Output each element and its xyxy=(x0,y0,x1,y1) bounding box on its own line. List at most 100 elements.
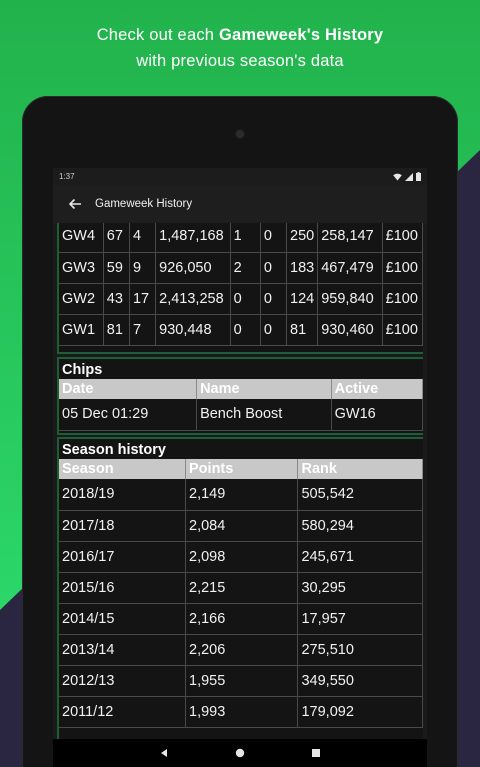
season-rank-cell: 245,671 xyxy=(297,541,423,573)
gameweek-cell: £100 xyxy=(382,314,423,346)
season-points-cell: 2,149 xyxy=(185,479,299,511)
back-arrow-icon[interactable] xyxy=(67,195,85,213)
signal-icon xyxy=(405,172,413,181)
battery-icon xyxy=(416,172,421,181)
table-row: 2017/18 2,084 580,294 xyxy=(59,510,423,542)
gameweek-cell: 17 xyxy=(129,283,157,315)
promo-headline: Check out each Gameweek's History with p… xyxy=(0,22,480,74)
season-season-cell: 2013/14 xyxy=(59,634,187,666)
chip-active: GW16 xyxy=(331,399,423,431)
table-row: 2012/13 1,955 349,550 xyxy=(59,665,423,697)
season-season-cell: 2012/13 xyxy=(59,665,187,697)
status-icons xyxy=(393,172,421,181)
status-time: 1:37 xyxy=(59,172,75,181)
chip-date: 05 Dec 01:29 xyxy=(59,399,198,431)
season-header-season: Season xyxy=(59,459,187,479)
table-row: 2016/17 2,098 245,671 xyxy=(59,541,423,573)
season-season-cell: 2014/15 xyxy=(59,603,187,635)
gameweek-cell: 0 xyxy=(260,223,288,253)
gameweek-cell: 930,460 xyxy=(317,314,383,346)
table-row: GW3 59 9 926,050 2 0 183 467,479 £100 xyxy=(59,252,423,284)
scroll-content[interactable]: GW4 67 4 1,487,168 1 0 250 258,147 £100 GW3 59 9 926… xyxy=(57,223,423,751)
status-bar: 1:37 xyxy=(53,168,427,185)
season-history-table: Season Points Rank 2018/19 2,149 505,542 20… xyxy=(59,459,423,728)
table-row: 2011/12 1,993 179,092 xyxy=(59,696,423,728)
season-history-title: Season history xyxy=(62,442,166,458)
season-points-cell: 2,215 xyxy=(185,572,299,604)
gameweek-cell: 467,479 xyxy=(317,252,383,284)
gameweek-table: GW4 67 4 1,487,168 1 0 250 258,147 £100 GW3 59 9 926… xyxy=(59,223,423,346)
chips-table: Date Name Active 05 Dec 01:29 Bench Boos… xyxy=(59,379,423,431)
gameweek-cell: 2,413,258 xyxy=(155,283,231,315)
promo-line1-bold: Gameweek's History xyxy=(218,26,384,44)
season-season-cell: 2018/19 xyxy=(59,479,187,511)
gameweek-cell: GW3 xyxy=(59,252,104,284)
season-points-cell: 2,098 xyxy=(185,541,299,573)
gameweek-cell: 7 xyxy=(129,314,157,346)
page-title: Gameweek History xyxy=(95,198,193,210)
season-history-panel: Season history Season Points Rank 2018/1… xyxy=(57,437,423,751)
table-row: GW2 43 17 2,413,258 0 0 124 959,840 £100 xyxy=(59,283,423,315)
season-points-cell: 1,993 xyxy=(185,696,299,728)
gameweek-cell: £100 xyxy=(382,252,423,284)
gameweek-cell: 81 xyxy=(103,314,130,346)
gameweek-cell: 0 xyxy=(260,252,288,284)
table-row: 2015/16 2,215 30,295 xyxy=(59,572,423,604)
nav-home-icon[interactable] xyxy=(235,748,245,758)
promo-line2: with previous season's data xyxy=(136,52,344,70)
season-season-cell: 2015/16 xyxy=(59,572,187,604)
chips-panel: Chips Date Name Active 05 Dec 01:29 Benc… xyxy=(57,357,423,435)
app-bar: Gameweek History xyxy=(53,185,427,223)
table-row: 05 Dec 01:29 Bench Boost GW16 xyxy=(59,399,423,431)
chips-title: Chips xyxy=(62,362,103,378)
device-screen: 1:37 Gameweek History GW4 67 4 1,487,168 1 0 2… xyxy=(53,168,427,767)
gameweek-cell: 67 xyxy=(103,223,130,253)
gameweek-cell: GW2 xyxy=(59,283,104,315)
chips-header-row: Date Name Active xyxy=(59,379,423,399)
season-header-rank: Rank xyxy=(297,459,423,479)
gameweek-cell: 250 xyxy=(286,223,319,253)
gameweek-cell: 926,050 xyxy=(155,252,231,284)
gameweek-cell: 1 xyxy=(230,223,261,253)
season-season-cell: 2017/18 xyxy=(59,510,187,542)
gameweek-cell: £100 xyxy=(382,283,423,315)
season-rank-cell: 275,510 xyxy=(297,634,423,666)
chips-header-active: Active xyxy=(331,379,423,399)
chips-header-date: Date xyxy=(59,379,198,399)
chips-header-name: Name xyxy=(196,379,332,399)
season-season-cell: 2011/12 xyxy=(59,696,187,728)
gameweek-cell: 4 xyxy=(129,223,157,253)
gameweek-cell: GW1 xyxy=(59,314,104,346)
season-points-cell: 2,206 xyxy=(185,634,299,666)
table-row: 2018/19 2,149 505,542 xyxy=(59,479,423,511)
gameweek-cell: 0 xyxy=(230,283,261,315)
chip-name: Bench Boost xyxy=(196,399,332,431)
gameweek-cell: 0 xyxy=(260,283,288,315)
table-row: GW4 67 4 1,487,168 1 0 250 258,147 £100 xyxy=(59,223,423,253)
season-header-row: Season Points Rank xyxy=(59,459,423,479)
gameweek-cell: 59 xyxy=(103,252,130,284)
table-row: GW1 81 7 930,448 0 0 81 930,460 £100 xyxy=(59,314,423,346)
season-rank-cell: 30,295 xyxy=(297,572,423,604)
gameweek-cell: 930,448 xyxy=(155,314,231,346)
gameweek-cell: 258,147 xyxy=(317,223,383,253)
nav-recents-icon[interactable] xyxy=(311,748,321,758)
season-rank-cell: 580,294 xyxy=(297,510,423,542)
system-nav-bar xyxy=(53,739,427,767)
gameweek-cell: 0 xyxy=(230,314,261,346)
season-points-cell: 2,084 xyxy=(185,510,299,542)
season-rank-cell: 349,550 xyxy=(297,665,423,697)
gameweek-cell: 81 xyxy=(286,314,319,346)
season-points-cell: 2,166 xyxy=(185,603,299,635)
gameweek-cell: 0 xyxy=(260,314,288,346)
wifi-icon xyxy=(393,173,402,180)
season-rank-cell: 179,092 xyxy=(297,696,423,728)
season-season-cell: 2016/17 xyxy=(59,541,187,573)
gameweek-panel: GW4 67 4 1,487,168 1 0 250 258,147 £100 GW3 59 9 926… xyxy=(57,223,423,354)
gameweek-cell: 2 xyxy=(230,252,261,284)
gameweek-cell: 43 xyxy=(103,283,130,315)
gameweek-cell: £100 xyxy=(382,223,423,253)
nav-back-icon[interactable] xyxy=(159,748,169,758)
season-header-points: Points xyxy=(185,459,299,479)
table-row: 2013/14 2,206 275,510 xyxy=(59,634,423,666)
